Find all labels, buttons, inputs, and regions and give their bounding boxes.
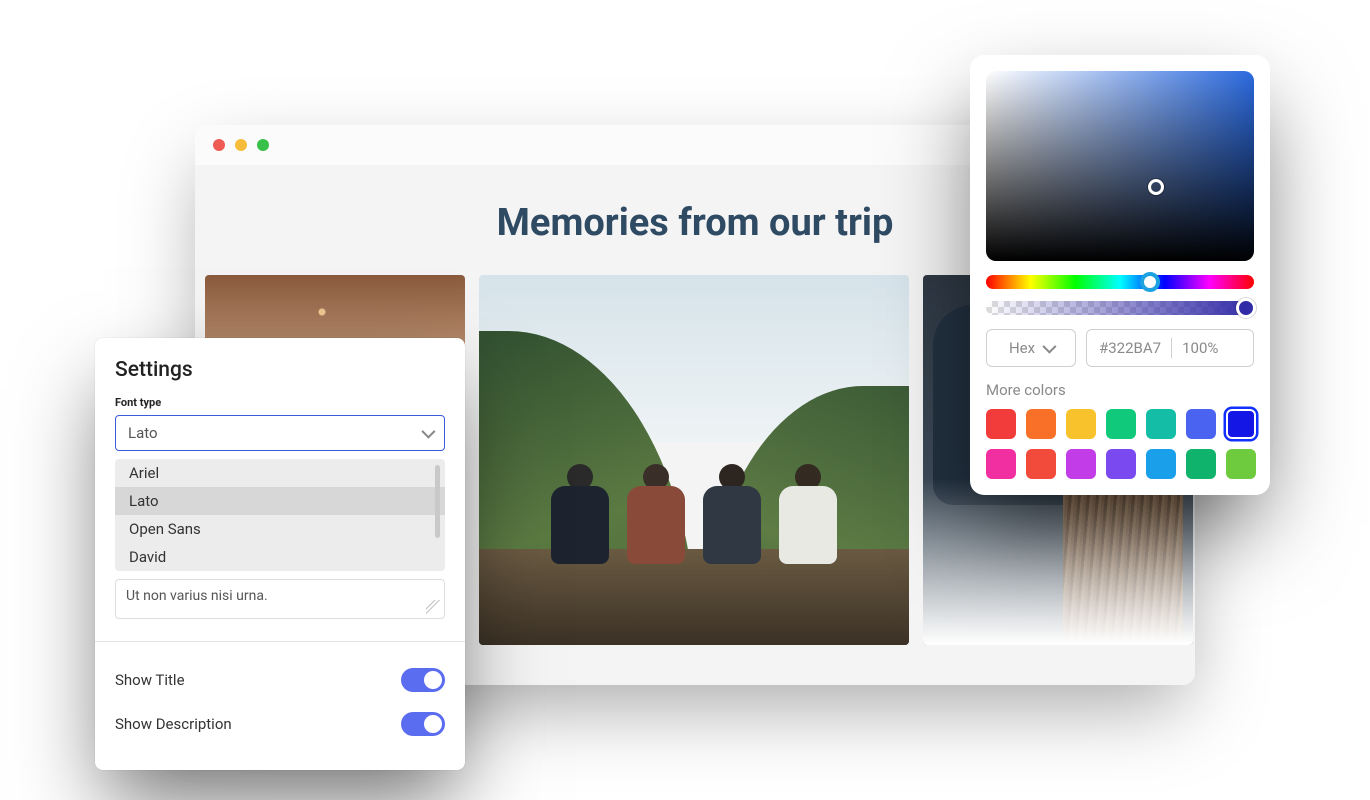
font-option[interactable]: Ariel [115, 459, 445, 487]
alpha-value: 100% [1182, 339, 1218, 357]
description-value: Ut non varius nisi urna. [126, 588, 268, 604]
show-description-toggle[interactable] [401, 712, 445, 736]
hex-value: #322BA7 [1099, 339, 1161, 357]
settings-heading: Settings [115, 358, 445, 382]
chevron-down-icon [422, 424, 432, 442]
color-swatch[interactable] [1186, 409, 1216, 439]
sv-handle-icon[interactable] [1148, 179, 1164, 195]
color-swatch[interactable] [1066, 409, 1096, 439]
font-option[interactable]: Lato [115, 487, 445, 515]
color-swatch[interactable] [986, 449, 1016, 479]
close-icon[interactable] [213, 139, 225, 151]
color-swatch[interactable] [1226, 409, 1256, 439]
color-swatch[interactable] [1106, 409, 1136, 439]
more-colors-label: More colors [986, 381, 1254, 399]
font-option[interactable]: Open Sans [115, 515, 445, 543]
color-picker-panel: Hex #322BA7 100% More colors [970, 55, 1270, 495]
maximize-icon[interactable] [257, 139, 269, 151]
color-value-input[interactable]: #322BA7 100% [1086, 329, 1254, 367]
saturation-value-field[interactable] [986, 71, 1254, 261]
color-format-value: Hex [1009, 339, 1035, 357]
hue-slider[interactable] [986, 275, 1254, 289]
font-option[interactable]: David [115, 543, 445, 571]
divider [1171, 338, 1172, 358]
color-swatch[interactable] [1106, 449, 1136, 479]
color-swatch[interactable] [1026, 449, 1056, 479]
color-swatch[interactable] [1226, 449, 1256, 479]
settings-panel: Settings Font type Lato Ariel Lato Open … [95, 338, 465, 770]
font-type-label: Font type [115, 396, 445, 409]
font-type-select[interactable]: Lato [115, 415, 445, 451]
color-swatch[interactable] [1066, 449, 1096, 479]
hue-handle-icon[interactable] [1140, 272, 1160, 292]
divider [95, 641, 465, 642]
swatch-grid [986, 409, 1254, 479]
color-swatch[interactable] [1146, 409, 1176, 439]
minimize-icon[interactable] [235, 139, 247, 151]
show-description-label: Show Description [115, 715, 232, 733]
color-swatch[interactable] [1026, 409, 1056, 439]
color-format-select[interactable]: Hex [986, 329, 1076, 367]
show-title-toggle[interactable] [401, 668, 445, 692]
gallery-image[interactable] [479, 275, 909, 645]
show-title-label: Show Title [115, 671, 185, 689]
font-type-dropdown: Ariel Lato Open Sans David [115, 459, 445, 571]
font-type-value: Lato [128, 424, 158, 442]
alpha-handle-icon[interactable] [1236, 298, 1256, 318]
chevron-down-icon [1043, 339, 1053, 357]
color-swatch[interactable] [1186, 449, 1216, 479]
description-textarea[interactable]: Ut non varius nisi urna. [115, 579, 445, 619]
color-swatch[interactable] [986, 409, 1016, 439]
color-swatch[interactable] [1146, 449, 1176, 479]
alpha-slider[interactable] [986, 301, 1254, 315]
